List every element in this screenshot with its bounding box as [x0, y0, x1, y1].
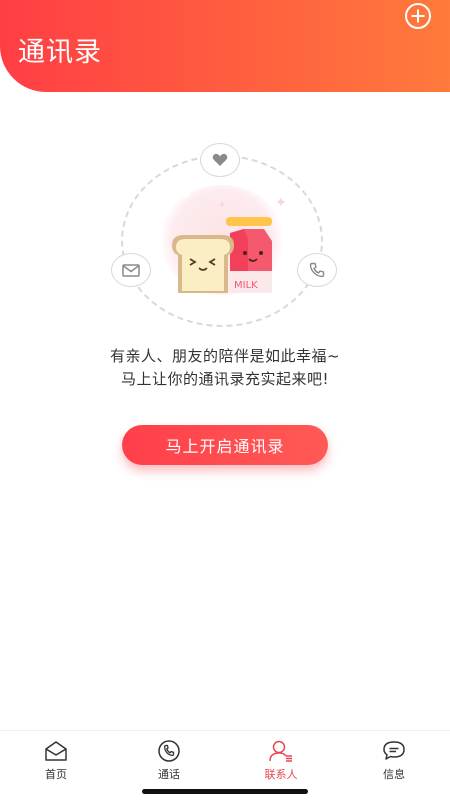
- phone-icon: [297, 253, 337, 287]
- sparkle-icon: ✦: [275, 195, 287, 211]
- empty-state-text-line2: 马上让你的通讯录充实起来吧!: [120, 370, 329, 388]
- mail-icon-svg: [122, 263, 140, 277]
- tab-label: 首页: [45, 768, 67, 781]
- milk-eye: [243, 251, 247, 255]
- enable-contacts-button[interactable]: 马上开启通讯录: [122, 425, 328, 465]
- contacts-icon: [269, 740, 292, 762]
- header: 通讯录: [0, 0, 450, 92]
- tab-label: 联系人: [264, 768, 298, 781]
- add-contact-icon[interactable]: [405, 3, 431, 29]
- sparkle-icon: ✦: [218, 200, 227, 211]
- tab-label: 通话: [158, 768, 180, 781]
- home-indicator: [142, 789, 308, 794]
- tab-label: 信息: [383, 768, 405, 781]
- empty-illustration: ✦ ✦ ✦ MILK: [100, 140, 350, 340]
- phone-icon: [158, 740, 180, 762]
- mail-icon: [111, 253, 151, 287]
- empty-state-text-line1: 有亲人、朋友的陪伴是如此幸福~: [109, 347, 341, 365]
- heart-icon-svg: [212, 153, 228, 166]
- tab-messages[interactable]: 信息: [354, 739, 434, 782]
- page-title: 通讯录: [18, 37, 102, 68]
- message-icon: [383, 741, 405, 760]
- home-icon: [45, 741, 67, 761]
- tab-contacts[interactable]: 联系人: [241, 739, 321, 782]
- bread-body: [176, 239, 230, 291]
- sparkle-icon: ✦: [180, 188, 192, 204]
- bread-milk-illustration: MILK: [172, 217, 272, 293]
- heart-icon: [200, 143, 240, 177]
- milk-lid: [226, 217, 272, 226]
- milk-text: MILK: [234, 280, 258, 291]
- milk-eye: [259, 251, 263, 255]
- contacts-page: 通讯录 ✦ ✦ ✦ MILK 有亲人、朋友的陪伴是如此幸福~ 马上让你的通讯录充…: [0, 0, 450, 800]
- phone-icon-svg: [309, 262, 325, 278]
- tab-calls[interactable]: 通话: [129, 739, 209, 782]
- tab-home[interactable]: 首页: [16, 739, 96, 782]
